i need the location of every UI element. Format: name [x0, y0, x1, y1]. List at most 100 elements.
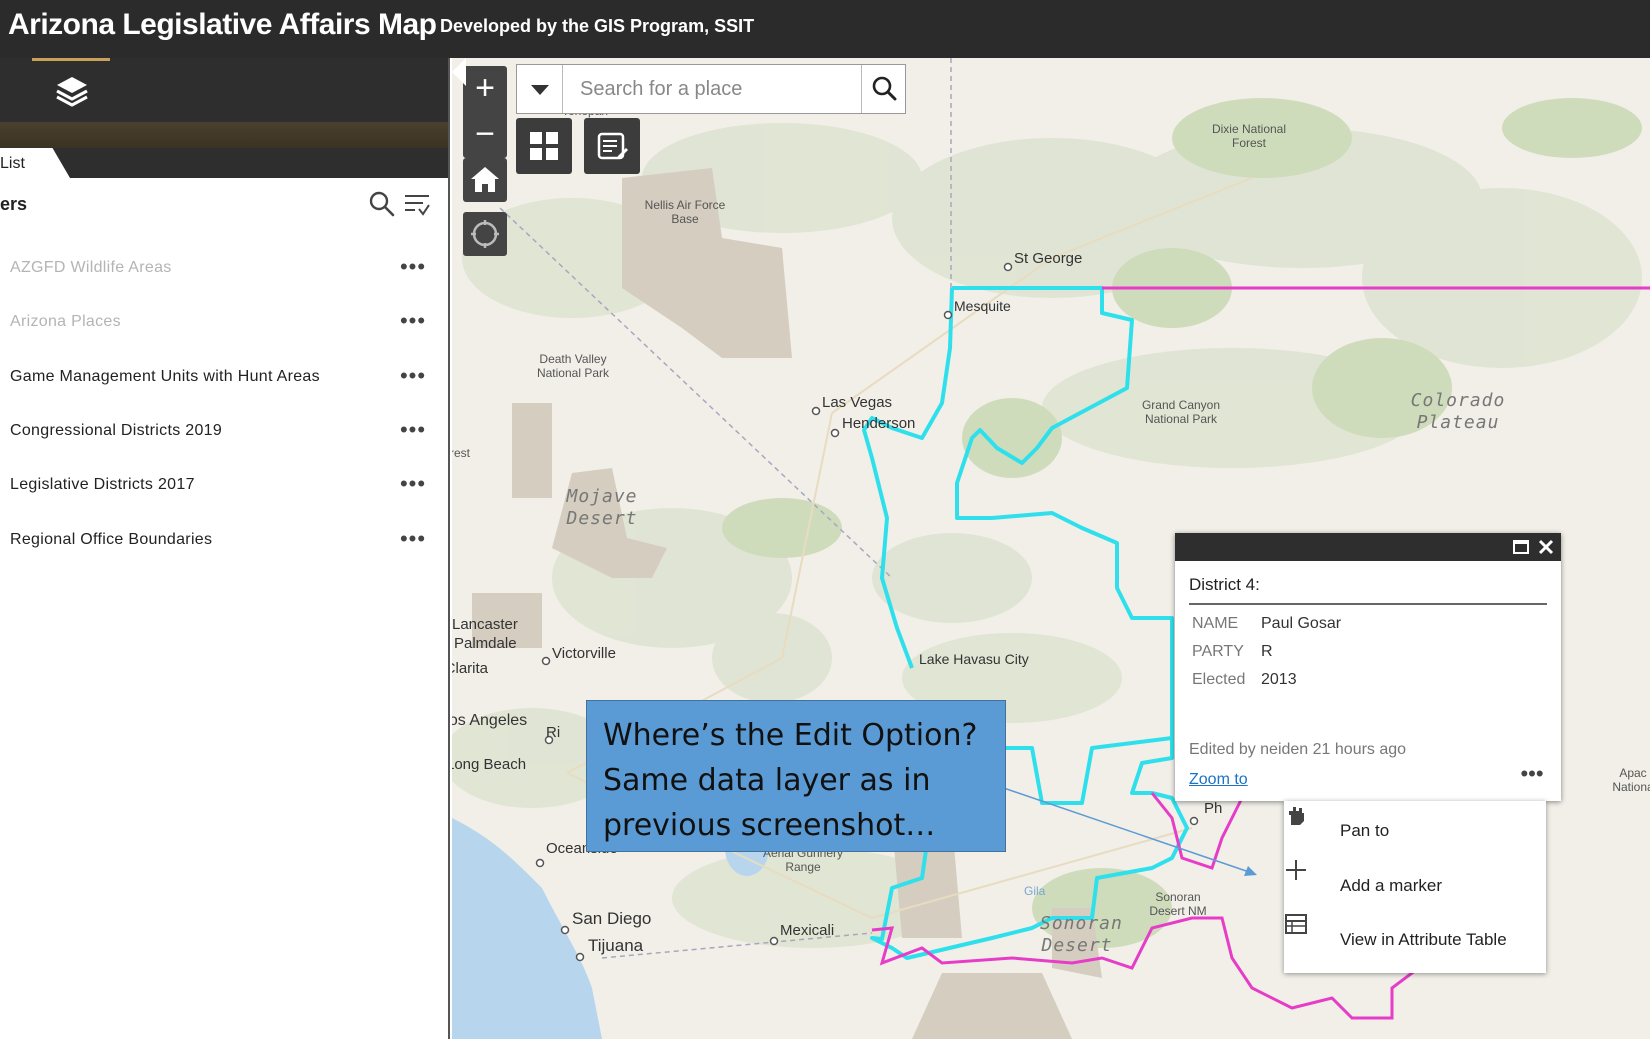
- popup-maximize-button[interactable]: [1511, 537, 1531, 557]
- map-view[interactable]: Tonopah Nellis Air Force Base Dixie Nati…: [452, 58, 1650, 1039]
- layer-label: Arizona Places: [10, 313, 121, 330]
- popup-edit-info: Edited by neiden 21 hours ago: [1189, 741, 1407, 758]
- close-icon: [1538, 539, 1554, 555]
- map-label-las-vegas: Las Vegas: [822, 394, 893, 411]
- search-source-dropdown[interactable]: [517, 65, 563, 113]
- map-label-mesquite: Mesquite: [954, 298, 1011, 314]
- maximize-icon: [1513, 540, 1529, 554]
- menu-item-add-marker[interactable]: Add a marker: [1284, 858, 1546, 912]
- menu-item-view-attribute-table[interactable]: View in Attribute Table: [1284, 912, 1546, 966]
- feature-popup: District 4: NAME Paul Gosar PARTY R Elec…: [1175, 533, 1561, 801]
- layer-row-regional-office-boundaries[interactable]: Regional Office Boundaries •••: [0, 516, 448, 570]
- map-label-phoenix: Ph: [1204, 800, 1223, 817]
- accent-bar: [0, 122, 448, 148]
- layer-label: Congressional Districts 2019: [10, 422, 223, 439]
- layer-label: Legislative Districts 2017: [10, 476, 195, 493]
- search-widget: [516, 64, 906, 114]
- layer-more-button[interactable]: •••: [398, 256, 428, 282]
- map-label-grand-canyon: Grand Canyon National Park: [1141, 398, 1221, 426]
- layer-more-button[interactable]: •••: [398, 473, 428, 499]
- popup-close-button[interactable]: [1535, 536, 1557, 558]
- layer-more-button[interactable]: •••: [398, 419, 428, 445]
- map-label-riverside: Ri: [546, 724, 561, 741]
- search-input[interactable]: [564, 65, 860, 113]
- popup-actions-menu: Pan to Add a marker View in Attribute Ta…: [1284, 801, 1546, 973]
- app-title: Arizona Legislative Affairs Map: [8, 8, 437, 41]
- search-submit-button[interactable]: [861, 65, 906, 113]
- map-label-gila: Gila: [1024, 884, 1046, 898]
- map-label-los-angeles: Los Angeles: [452, 712, 528, 729]
- popup-title: District 4:: [1189, 575, 1260, 594]
- popup-pointer: [452, 58, 466, 86]
- attr-value-elected: 2013: [1261, 671, 1297, 688]
- map-label-mexicali: Mexicali: [780, 922, 835, 939]
- attr-key-elected: Elected: [1192, 671, 1246, 688]
- locate-icon: [471, 220, 499, 248]
- legend-button[interactable]: [584, 118, 640, 174]
- layer-list-panel: List ers AZGFD Wildlife Areas ••• Arizon…: [0, 58, 450, 1039]
- panel-toolbar: [0, 58, 448, 122]
- popup-divider: [1189, 603, 1547, 605]
- legend-icon: [597, 132, 628, 160]
- map-label-long-beach: Long Beach: [452, 756, 527, 773]
- filter-layers-button[interactable]: [402, 190, 432, 218]
- app-header: Arizona Legislative Affairs Map Develope…: [0, 0, 1650, 58]
- active-tool-indicator: [32, 58, 110, 61]
- popup-more-button[interactable]: •••: [1515, 763, 1549, 789]
- tab-list-label: List: [0, 155, 25, 172]
- layer-row-azgfd-wildlife-areas[interactable]: AZGFD Wildlife Areas •••: [0, 244, 448, 298]
- map-label-dixie: Dixie National Forest: [1211, 122, 1287, 150]
- app: Arizona Legislative Affairs Map Develope…: [0, 0, 1650, 1039]
- app-subtitle: Developed by the GIS Program, SSIT: [440, 16, 755, 36]
- layer-label: AZGFD Wildlife Areas: [10, 259, 172, 276]
- basemap-gallery-button[interactable]: [516, 118, 572, 174]
- layer-row-game-management-units[interactable]: Game Management Units with Hunt Areas ••…: [0, 353, 448, 407]
- map-label-victorville: Victorville: [552, 645, 616, 662]
- map-label-san-diego: San Diego: [572, 909, 652, 928]
- locate-button[interactable]: [463, 212, 507, 256]
- annotation-text: Where’s the Edit Option? Same data layer…: [603, 718, 978, 843]
- attr-value-name: Paul Gosar: [1261, 615, 1342, 632]
- map-label-colorado-plateau: Colorado Plateau: [1410, 390, 1506, 433]
- map-label-mojave: Mojave Desert: [566, 486, 638, 529]
- zoom-in-button[interactable]: +: [463, 66, 507, 112]
- menu-item-label: View in Attribute Table: [1340, 930, 1507, 949]
- attr-key-party: PARTY: [1192, 643, 1244, 660]
- layer-row-congressional-districts[interactable]: Congressional Districts 2019 •••: [0, 407, 448, 461]
- annotation-callout: Where’s the Edit Option? Same data layer…: [586, 700, 1006, 852]
- map-label-tijuana: Tijuana: [588, 936, 644, 955]
- table-icon: [1285, 914, 1307, 934]
- menu-item-pan-to[interactable]: Pan to: [1284, 803, 1546, 857]
- search-icon: [369, 191, 395, 217]
- map-label-sonoran: Sonoran Desert: [1040, 913, 1123, 956]
- map-label-death-valley: Death Valley National Park: [536, 352, 610, 380]
- layers-icon: [56, 77, 88, 107]
- layer-more-button[interactable]: •••: [398, 528, 428, 554]
- map-label-henderson: Henderson: [842, 415, 916, 432]
- layer-more-button[interactable]: •••: [398, 310, 428, 336]
- layers-section-title: ers: [0, 194, 28, 214]
- home-icon: [471, 167, 499, 192]
- layer-row-arizona-places[interactable]: Arizona Places •••: [0, 298, 448, 352]
- menu-item-label: Add a marker: [1340, 876, 1443, 895]
- layer-row-legislative-districts[interactable]: Legislative Districts 2017 •••: [0, 461, 448, 515]
- grid-icon: [530, 132, 558, 160]
- search-layers-button[interactable]: [368, 190, 396, 218]
- map-label-st-george: St George: [1014, 250, 1083, 267]
- map-label-lancaster: Lancaster: [452, 616, 518, 633]
- layer-more-button[interactable]: •••: [398, 365, 428, 391]
- menu-item-label: Pan to: [1340, 821, 1390, 840]
- attr-value-party: R: [1261, 643, 1273, 660]
- zoom-out-button[interactable]: −: [463, 112, 507, 158]
- popup-header: [1175, 533, 1561, 561]
- zoom-to-link[interactable]: Zoom to: [1189, 771, 1248, 789]
- home-button[interactable]: [463, 158, 507, 202]
- search-icon: [872, 76, 897, 101]
- map-label-santa-clarita: ta Clarita: [452, 660, 489, 677]
- zoom-controls: + −: [463, 66, 507, 158]
- map-label-forest: rest: [452, 446, 471, 460]
- tab-list[interactable]: List: [0, 148, 70, 178]
- layers-tool-button[interactable]: [52, 72, 92, 112]
- map-label-apache: Apac Nationa: [1612, 766, 1650, 794]
- map-label-sonoran-nm: Sonoran Desert NM: [1149, 890, 1207, 918]
